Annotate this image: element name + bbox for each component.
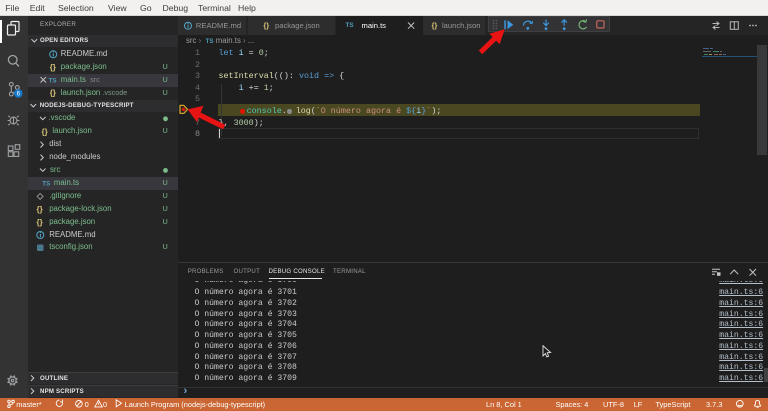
svg-text:{}: {} <box>50 63 56 72</box>
svg-text:{}: {} <box>37 205 43 214</box>
svg-text:TS: TS <box>42 181 50 188</box>
svg-text:{}: {} <box>42 128 48 137</box>
svg-text:{}: {} <box>37 218 43 227</box>
svg-text:{}: {} <box>50 89 56 98</box>
svg-text:6: 6 <box>17 91 21 98</box>
svg-text:TS: TS <box>49 78 57 85</box>
